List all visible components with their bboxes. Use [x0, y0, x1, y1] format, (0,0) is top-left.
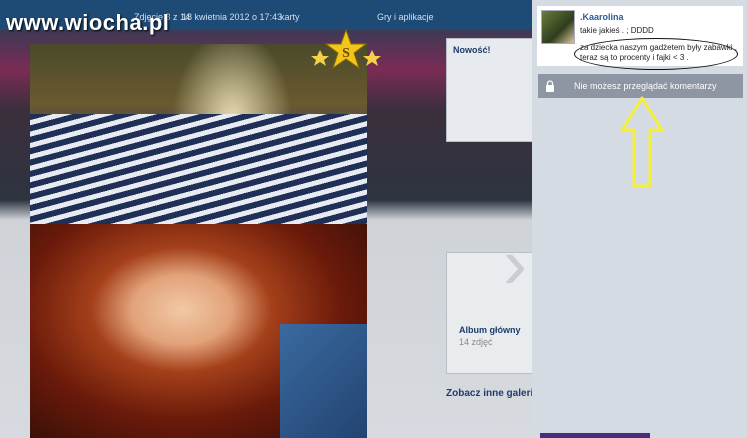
- highlight-ellipse: [574, 38, 738, 70]
- photo-date: 18 kwietnia 2012 o 17:43: [182, 12, 283, 22]
- avatar[interactable]: [541, 10, 575, 44]
- comment-text-1: takie jakieś . ; DDDD: [580, 26, 654, 35]
- news-card: Nowość!: [446, 38, 534, 142]
- nav-item-karty[interactable]: karty: [280, 12, 300, 22]
- star-badge-icon: S: [311, 28, 381, 70]
- next-photo-arrow-icon[interactable]: ›: [503, 228, 527, 300]
- album-count: 14 zdjęć: [459, 337, 493, 347]
- news-title: Nowość!: [453, 45, 491, 55]
- svg-text:S: S: [342, 46, 350, 61]
- nav-item-games[interactable]: Gry i aplikacje: [377, 12, 434, 22]
- up-arrow-annotation: [620, 96, 664, 188]
- lock-icon: [546, 80, 554, 92]
- comment-username[interactable]: .Kaarolina: [580, 12, 624, 22]
- other-galleries-title: Zobacz inne galerie: [446, 388, 539, 399]
- wiocha-watermark: www.wiocha.pl: [6, 10, 170, 35]
- comments-locked-text: Nie możesz przeglądać komentarzy: [574, 81, 717, 91]
- album-title: Album główny: [459, 325, 521, 335]
- main-photo[interactable]: [30, 44, 367, 438]
- photo-jeans: [280, 324, 367, 438]
- bottom-accent-bar: [540, 433, 650, 438]
